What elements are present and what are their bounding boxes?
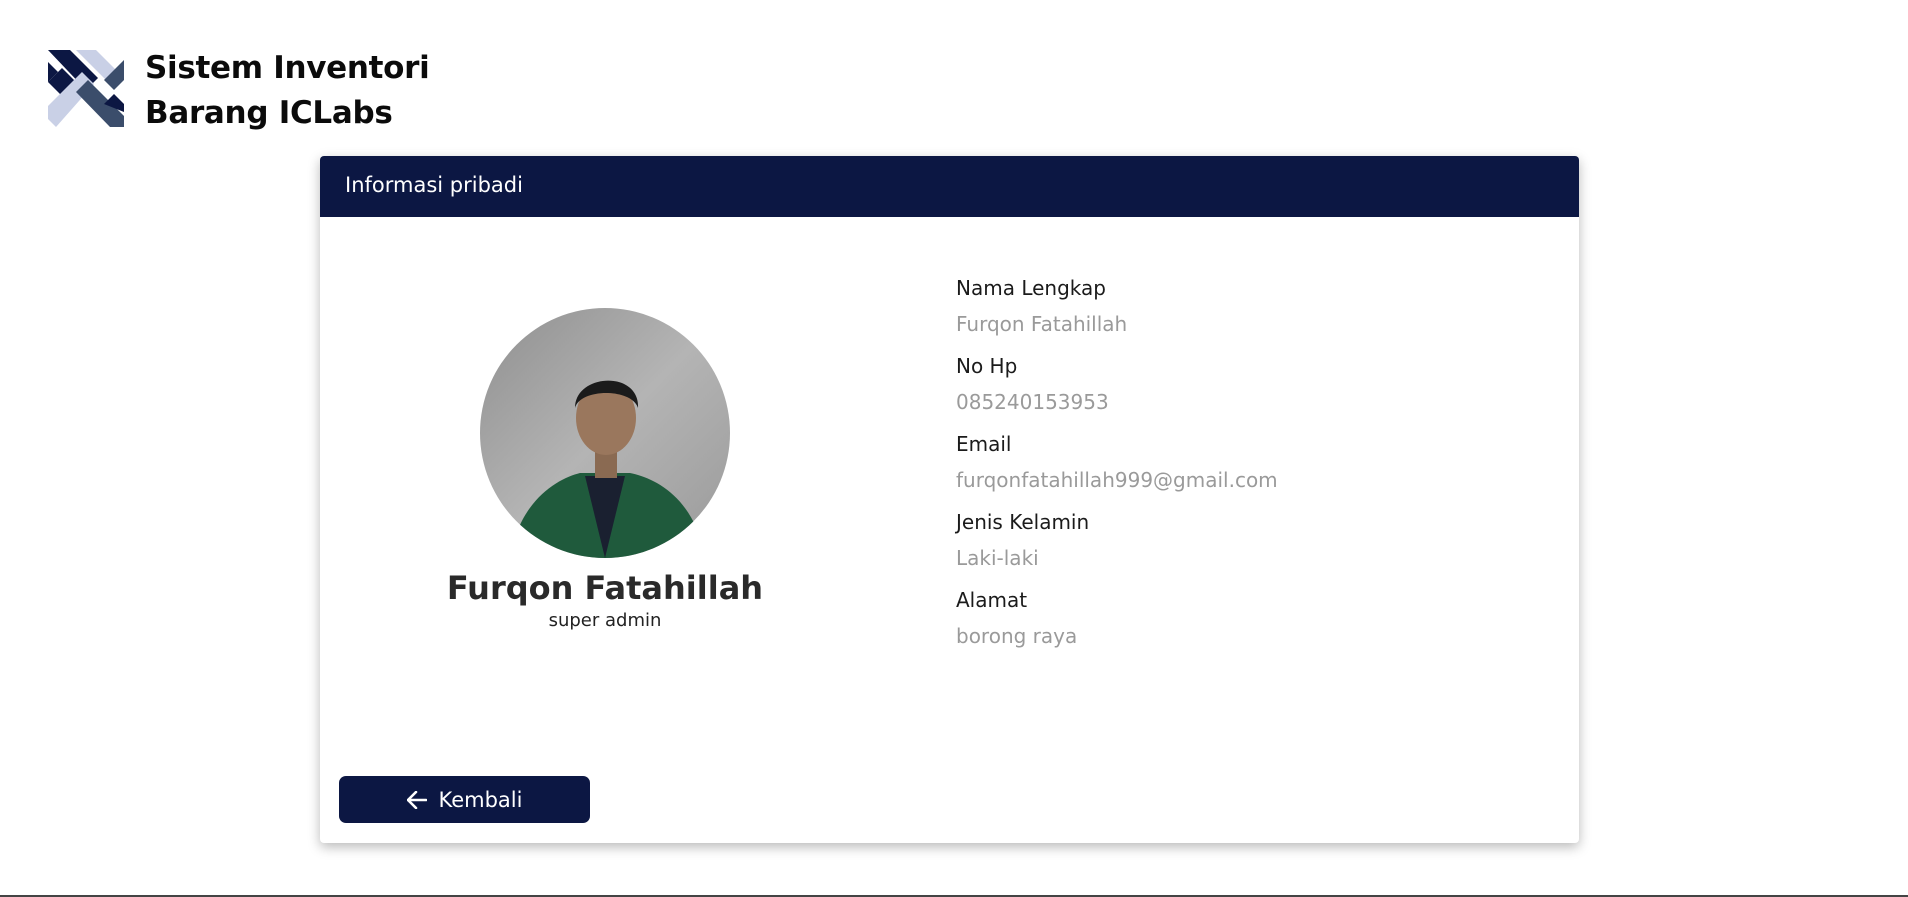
- info-label: Nama Lengkap: [956, 276, 1106, 300]
- info-list: Nama Lengkap Furqon Fatahillah No Hp 085…: [956, 275, 1278, 665]
- info-value: Laki-laki: [956, 546, 1039, 570]
- profile-card: Informasi pribadi Furqon Fatahillah supe…: [320, 156, 1579, 843]
- user-photo-icon: [480, 308, 730, 558]
- info-item-full-name: Nama Lengkap Furqon Fatahillah: [956, 275, 1278, 337]
- info-value: furqonfatahillah999@gmail.com: [956, 468, 1278, 492]
- app-title-line2: Barang ICLabs: [145, 95, 393, 131]
- info-value: Furqon Fatahillah: [956, 312, 1128, 336]
- info-item-gender: Jenis Kelamin Laki-laki: [956, 509, 1278, 571]
- back-button-label: Kembali: [438, 787, 523, 812]
- back-button[interactable]: Kembali: [339, 776, 590, 823]
- info-item-phone: No Hp 085240153953: [956, 353, 1278, 415]
- info-label: No Hp: [956, 354, 1018, 378]
- app-title: Sistem Inventori Barang ICLabs: [145, 46, 430, 136]
- arrow-left-icon: [406, 790, 427, 809]
- profile-summary: Furqon Fatahillah super admin: [320, 217, 890, 632]
- info-label: Email: [956, 432, 1012, 456]
- info-item-address: Alamat borong raya: [956, 587, 1278, 649]
- info-value: borong raya: [956, 624, 1078, 648]
- brand: Sistem Inventori Barang ICLabs: [48, 50, 430, 136]
- profile-role: super admin: [548, 610, 662, 631]
- card-header: Informasi pribadi: [320, 156, 1579, 217]
- info-label: Alamat: [956, 588, 1028, 612]
- info-label: Jenis Kelamin: [956, 510, 1090, 534]
- avatar: [480, 308, 730, 558]
- profile-name: Furqon Fatahillah: [446, 569, 764, 607]
- info-value: 085240153953: [956, 390, 1109, 414]
- app-title-line1: Sistem Inventori: [145, 50, 430, 86]
- info-item-email: Email furqonfatahillah999@gmail.com: [956, 431, 1278, 493]
- iclabs-logo-icon: [48, 50, 124, 127]
